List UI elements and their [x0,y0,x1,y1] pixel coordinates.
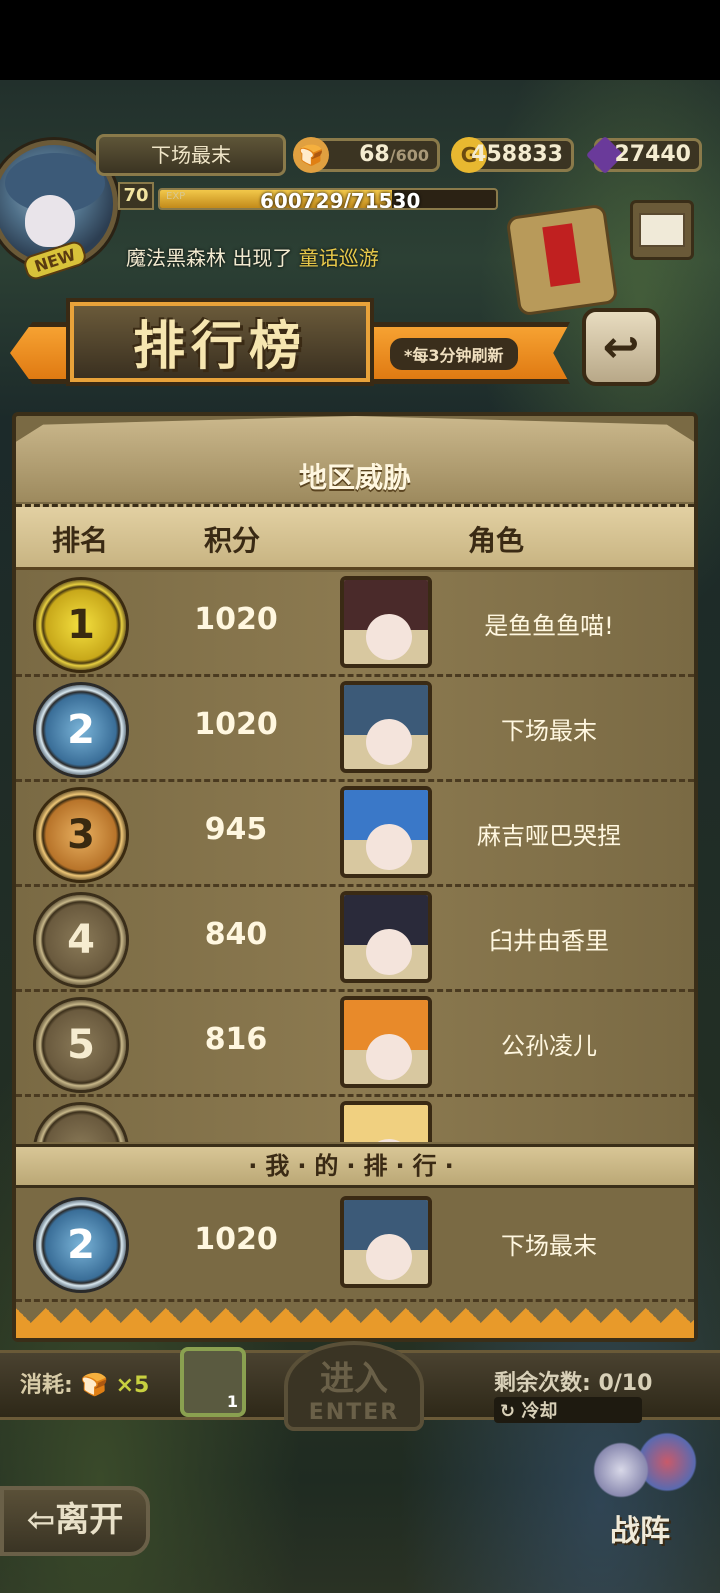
exp-text: 600729/71530 [260,189,421,210]
character-portrait[interactable] [340,681,432,773]
score: 816 [204,1022,268,1057]
rank-badge [36,1105,126,1142]
table-row[interactable]: 5 816 公孙凌儿 [16,992,694,1097]
cooldown-indicator: ↻ 冷却 [494,1397,642,1423]
col-score: 积分 [204,524,261,557]
bottom-bar: 消耗: 🍞 ×5 1 进入 ENTER 剩余次数: 0/10 ↻ 冷却 [0,1341,720,1431]
table-row[interactable]: 3 945 麻吉哑巴哭捏 [16,782,694,887]
bread-icon: 🍞 [293,137,329,173]
refresh-note: *每3分钟刷新 [390,338,518,370]
mail-icon[interactable] [630,200,694,260]
player-name-cell: 是鱼鱼鱼喵! [484,612,614,640]
ranking-list[interactable]: 1 1020 是鱼鱼鱼喵! 2 1020 下场最末 3 945 麻吉哑巴哭捏 4 840 臼井由香里 5… [16,572,694,1142]
cost-label: 消耗: 🍞 ×5 [20,1373,150,1398]
exp-bar: EXP 600729/71530 [158,188,498,210]
score: 1020 [194,1222,278,1257]
player-name-cell: 公孙凌儿 [501,1032,597,1060]
page-title: 排行榜 [132,317,307,377]
formation-button[interactable]: 战阵 [580,1430,710,1550]
gem-counter[interactable]: 27440 [585,135,702,175]
col-rank: 排名 [52,524,109,557]
col-role: 角色 [468,524,525,557]
player-name: 下场最末 [96,134,286,176]
character-portrait[interactable] [340,891,432,983]
player-level: 70 [118,182,154,210]
panel-zigzag-border [16,1308,694,1338]
stamina-counter[interactable]: 🍞 68/600 [293,137,440,173]
news-ticker: 魔法黑森林 出现了 童话巡游 [126,246,379,270]
rank-badge: 1 [36,580,126,670]
remaining-count: 剩余次数: 0/10 [494,1371,653,1396]
table-row[interactable]: 2 1020 下场最末 [16,677,694,782]
back-button[interactable]: ↩ [582,308,660,386]
score: 1020 [194,707,278,742]
player-name-cell: 下场最末 [501,717,597,745]
rank-badge: 2 [36,685,126,775]
character-portrait[interactable] [340,576,432,668]
character-portrait[interactable] [340,996,432,1088]
character-portrait[interactable] [340,1101,432,1142]
formation-characters [588,1430,698,1510]
bread-icon: 🍞 [80,1373,108,1398]
tome-icon[interactable]: 1 [180,1347,246,1417]
player-name-cell: 臼井由香里 [489,927,609,955]
title-banner: 排行榜 *每3分钟刷新 ↩ [0,300,720,400]
character-portrait[interactable] [340,786,432,878]
table-row[interactable] [16,1097,694,1142]
table-row[interactable]: 1 1020 是鱼鱼鱼喵! [16,572,694,677]
score: 945 [204,812,268,847]
column-header: 排名 积分 角色 [16,504,694,570]
score: 840 [204,917,268,952]
player-name-cell: 麻吉哑巴哭捏 [477,822,621,850]
enter-button[interactable]: 进入 ENTER [284,1341,424,1431]
leaderboard-panel: 地区威胁 排名 积分 角色 1 1020 是鱼鱼鱼喵! 2 1020 下场最末 3 945 麻吉… [12,412,698,1342]
gold-counter[interactable]: G 458833 [451,137,574,173]
rank-badge: 3 [36,790,126,880]
my-rank-row[interactable]: 2 1020 下场最末 [16,1192,694,1302]
my-rank-header: ·我·的·排·行· [16,1144,694,1188]
leaderboard-screen: NEW 下场最末 🍞 68/600 G 458833 27440 70 EXP … [0,0,720,1593]
rank-badge: 4 [36,895,126,985]
exp-tag: EXP [166,191,186,202]
rank-badge: 5 [36,1000,126,1090]
score: 1020 [194,602,278,637]
player-name-cell: 下场最末 [501,1232,597,1260]
rank-badge: 2 [36,1200,126,1290]
leave-button[interactable]: ⇦离开 [0,1486,150,1556]
panel-title: 地区威胁 [298,461,411,494]
character-portrait[interactable] [340,1196,432,1288]
table-row[interactable]: 4 840 臼井由香里 [16,887,694,992]
